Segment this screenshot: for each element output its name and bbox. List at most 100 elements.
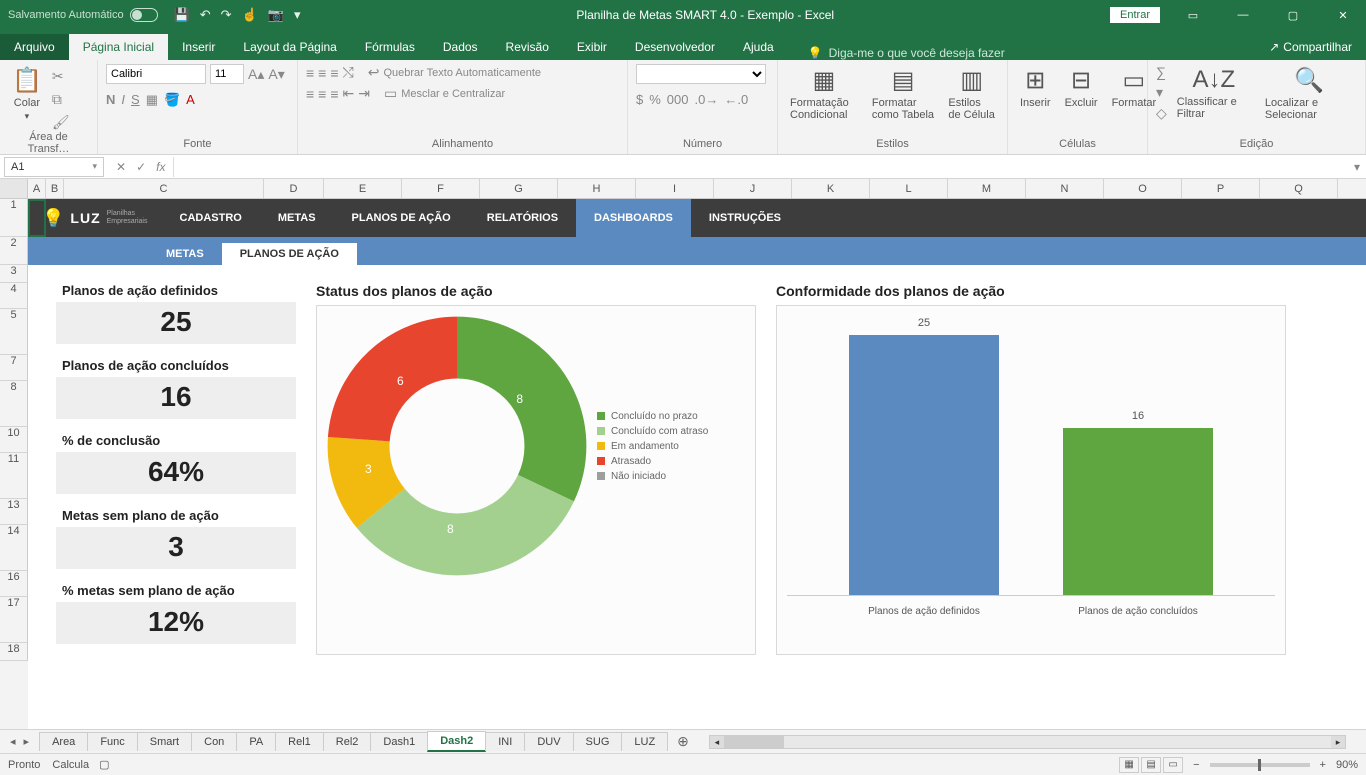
sort-filter-button[interactable]: A↓ZClassificar e Filtrar — [1173, 64, 1255, 122]
row-header[interactable]: 2 — [0, 237, 28, 265]
sheet-nav-prev-icon[interactable]: ◂ — [10, 735, 16, 748]
camera-icon[interactable]: 📷 — [268, 7, 284, 23]
sheet-tab-luz[interactable]: LUZ — [621, 732, 668, 751]
tab-view[interactable]: Exibir — [563, 34, 621, 60]
tab-insert[interactable]: Inserir — [168, 34, 229, 60]
sheet-tab-smart[interactable]: Smart — [137, 732, 192, 751]
tab-data[interactable]: Dados — [429, 34, 492, 60]
align-mid-icon[interactable]: ≡ — [318, 65, 326, 81]
tab-formulas[interactable]: Fórmulas — [351, 34, 429, 60]
new-sheet-button[interactable]: ⊕ — [667, 733, 699, 750]
sheet-tab-dash2[interactable]: Dash2 — [427, 731, 486, 752]
sheet-tab-func[interactable]: Func — [87, 732, 137, 751]
tab-developer[interactable]: Desenvolvedor — [621, 34, 729, 60]
sheet-tab-sug[interactable]: SUG — [573, 732, 623, 751]
redo-icon[interactable]: ↷ — [221, 7, 232, 23]
find-select-button[interactable]: 🔍Localizar e Selecionar — [1261, 64, 1357, 123]
nav-cadastro[interactable]: CADASTRO — [162, 199, 260, 237]
col-header[interactable]: K — [792, 179, 870, 198]
number-format-select[interactable] — [636, 64, 766, 84]
nav-dashboards[interactable]: DASHBOARDS — [576, 199, 691, 237]
row-header[interactable]: 16 — [0, 571, 28, 597]
format-painter-icon[interactable]: 🖌 — [52, 114, 70, 131]
col-header[interactable]: P — [1182, 179, 1260, 198]
nav-relatorios[interactable]: RELATÓRIOS — [469, 199, 576, 237]
view-break-icon[interactable]: ▭ — [1163, 757, 1183, 773]
shrink-font-icon[interactable]: A▾ — [268, 66, 284, 83]
macro-record-icon[interactable]: ▢ — [99, 758, 109, 771]
col-header[interactable]: M — [948, 179, 1026, 198]
row-header[interactable]: 11 — [0, 453, 28, 499]
col-header[interactable]: H — [558, 179, 636, 198]
view-normal-icon[interactable]: ▦ — [1119, 757, 1139, 773]
row-header[interactable]: 18 — [0, 643, 28, 661]
font-size-input[interactable] — [210, 64, 244, 84]
scroll-right-icon[interactable]: ▸ — [1331, 736, 1345, 748]
tab-review[interactable]: Revisão — [492, 34, 563, 60]
zoom-slider[interactable] — [1210, 763, 1310, 767]
col-header[interactable]: B — [46, 179, 64, 198]
zoom-level[interactable]: 90% — [1336, 759, 1358, 771]
align-top-icon[interactable]: ≡ — [306, 65, 314, 81]
col-header[interactable]: F — [402, 179, 480, 198]
formula-input[interactable] — [174, 157, 1348, 177]
insert-cells-button[interactable]: ⊞Inserir — [1016, 64, 1055, 111]
sheet-tab-pa[interactable]: PA — [236, 732, 276, 751]
border-icon[interactable]: ▦ — [146, 92, 158, 108]
row-header[interactable]: 8 — [0, 381, 28, 427]
font-color-icon[interactable]: A — [186, 92, 195, 108]
tab-help[interactable]: Ajuda — [729, 34, 788, 60]
col-header[interactable]: Q — [1260, 179, 1338, 198]
fill-icon[interactable]: ▾ — [1156, 84, 1167, 101]
tab-file[interactable]: Arquivo — [0, 34, 69, 60]
dec-decimal-icon[interactable]: ←.0 — [724, 92, 748, 107]
col-header[interactable]: N — [1026, 179, 1104, 198]
subtab-planos[interactable]: PLANOS DE AÇÃO — [222, 243, 357, 265]
cancel-formula-icon[interactable]: ✕ — [116, 160, 126, 174]
subtab-metas[interactable]: METAS — [148, 243, 222, 265]
align-bot-icon[interactable]: ≡ — [330, 65, 338, 81]
col-header[interactable]: J — [714, 179, 792, 198]
signin-button[interactable]: Entrar — [1110, 7, 1160, 23]
col-header[interactable]: C — [64, 179, 264, 198]
save-icon[interactable]: 💾 — [174, 7, 190, 23]
minimize-button[interactable]: — — [1220, 0, 1266, 30]
ribbon-options-icon[interactable]: ▭ — [1170, 0, 1216, 30]
row-header[interactable]: 10 — [0, 427, 28, 453]
format-table-button[interactable]: ▤Formatar como Tabela — [868, 64, 939, 123]
fill-color-icon[interactable]: 🪣 — [164, 92, 180, 108]
sheet-tab-area[interactable]: Area — [39, 732, 88, 751]
cell-styles-button[interactable]: ▥Estilos de Célula — [944, 64, 999, 123]
zoom-in-icon[interactable]: + — [1320, 759, 1326, 771]
tab-home[interactable]: Página Inicial — [69, 34, 168, 60]
autosum-icon[interactable]: ∑ — [1156, 64, 1167, 80]
row-header[interactable]: 4 — [0, 283, 28, 309]
row-header[interactable]: 13 — [0, 499, 28, 525]
sheet-tab-rel1[interactable]: Rel1 — [275, 732, 324, 751]
delete-cells-button[interactable]: ⊟Excluir — [1061, 64, 1102, 111]
view-layout-icon[interactable]: ▤ — [1141, 757, 1161, 773]
share-button[interactable]: ↗Compartilhar — [1255, 34, 1366, 60]
close-button[interactable]: ✕ — [1320, 0, 1366, 30]
row-header[interactable]: 14 — [0, 525, 28, 571]
sheet-tab-con[interactable]: Con — [191, 732, 237, 751]
enter-formula-icon[interactable]: ✓ — [136, 160, 146, 174]
row-header[interactable]: 5 — [0, 309, 28, 355]
nav-planos[interactable]: PLANOS DE AÇÃO — [334, 199, 469, 237]
cond-format-button[interactable]: ▦Formatação Condicional — [786, 64, 862, 123]
col-header[interactable]: O — [1104, 179, 1182, 198]
undo-icon[interactable]: ↶ — [200, 7, 211, 23]
sheet-tab-duv[interactable]: DUV — [524, 732, 573, 751]
grow-font-icon[interactable]: A▴ — [248, 66, 264, 83]
bold-icon[interactable]: N — [106, 92, 115, 108]
clear-icon[interactable]: ◇ — [1156, 105, 1167, 122]
sheet-tab-rel2[interactable]: Rel2 — [323, 732, 372, 751]
col-header[interactable]: E — [324, 179, 402, 198]
copy-icon[interactable]: ⧉ — [52, 91, 70, 108]
col-header[interactable]: I — [636, 179, 714, 198]
col-header[interactable]: A — [28, 179, 46, 198]
underline-icon[interactable]: S — [131, 92, 140, 108]
name-box[interactable]: A1▾ — [4, 157, 104, 177]
align-right-icon[interactable]: ≡ — [330, 86, 338, 102]
font-name-input[interactable] — [106, 64, 206, 84]
